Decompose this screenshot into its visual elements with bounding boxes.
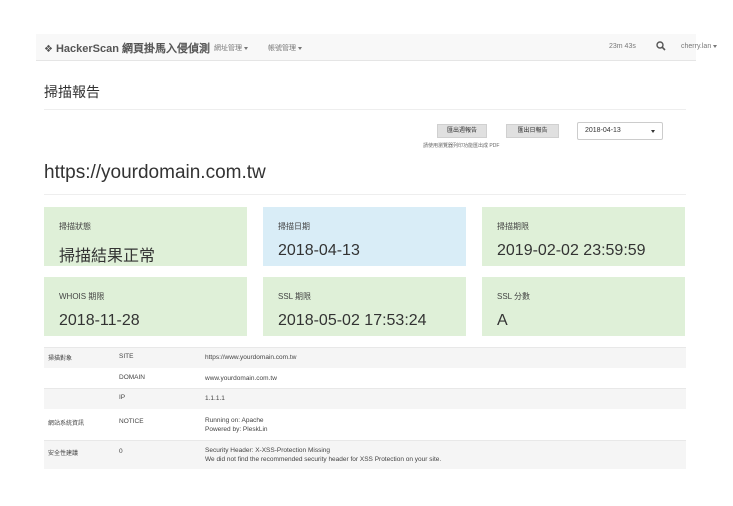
row-value: 1.1.1.1 [205,395,225,402]
table-row: DOMAIN www.yourdomain.com.tw [44,369,686,388]
user-name: cherry.lan [681,43,712,50]
export-note: 請使用瀏覽器列印功能匯出成 PDF [423,143,500,149]
search-icon[interactable] [655,40,667,52]
report-date-value: 2018-04-13 [585,127,621,134]
card-value: 掃描結果正常 [59,248,156,265]
row-key: IP [119,394,126,401]
menu-url-management-label: 網址管理 [214,45,242,52]
card-label: SSL 期限 [278,292,312,301]
row-key: DOMAIN [119,374,145,381]
divider [44,194,686,195]
card-value: 2019-02-02 23:59:59 [497,242,646,259]
row-key: NOTICE [119,418,144,425]
row-value: www.yourdomain.com.tw [205,375,277,382]
card-scan-expiry: 掃描期限 2019-02-02 23:59:59 [482,207,685,266]
caret-down-icon [244,46,248,50]
report-date-select[interactable]: 2018-04-13 [577,122,663,140]
table-row: IP 1.1.1.1 [44,389,686,409]
row-value-line: Powered by: PleskLin [205,426,268,433]
row-category: 掃描對象 [48,356,73,362]
menu-url-management[interactable]: 網址管理 [214,43,248,53]
row-category: 網站系統資訊 [48,421,85,427]
card-label: 掃描日期 [278,222,310,231]
card-label: 掃描期限 [497,222,529,231]
menu-account-management-label: 帳號管理 [268,45,296,52]
row-key: SITE [119,353,134,360]
table-row: 掃描對象 SITE https://www.yourdomain.com.tw [44,348,686,368]
table-row: 安全性建議 0 Security Header: X-XSS-Protectio… [44,441,686,469]
caret-down-icon [713,44,718,48]
card-label: SSL 分數 [497,292,531,301]
card-scan-date: 掃描日期 2018-04-13 [263,207,466,266]
row-value-line: We did not find the recommended security… [205,456,442,463]
row-value: https://www.yourdomain.com.tw [205,354,297,361]
divider [44,109,686,110]
brand-label: HackerScan 網頁掛馬入侵偵測 [55,43,211,55]
user-menu[interactable]: cherry.lan [681,43,718,50]
card-ssl-score: SSL 分數 A [482,277,685,336]
card-whois-expiry: WHOIS 期限 2018-11-28 [44,277,247,336]
home-icon: ❖ [44,44,53,55]
card-value: 2018-05-02 17:53:24 [278,312,427,329]
card-value: 2018-04-13 [278,242,360,259]
row-category: 安全性建議 [48,451,79,457]
scanned-domain: https://yourdomain.com.tw [44,162,266,183]
row-value-line: Security Header: X-XSS-Protection Missin… [205,447,330,454]
card-value: 2018-11-28 [59,312,140,329]
page-title: 掃描報告 [44,84,100,100]
card-scan-status: 掃描狀態 掃描結果正常 [44,207,247,266]
caret-down-icon [298,46,302,50]
caret-down-icon [651,130,655,133]
menu-account-management[interactable]: 帳號管理 [268,43,302,53]
export-weekly-report-button[interactable]: 匯出週報告 [437,124,487,138]
export-daily-report-button[interactable]: 匯出日報告 [506,124,559,138]
row-value-line: Running on: Apache [205,417,264,424]
session-timer: 23m 43s [609,43,636,50]
card-label: WHOIS 期限 [59,292,105,301]
navbar: ❖ HackerScan 網頁掛馬入侵偵測 網址管理 帳號管理 23m 43s c… [36,34,718,61]
card-label: 掃描狀態 [59,222,91,231]
brand-link[interactable]: ❖ HackerScan 網頁掛馬入侵偵測 [44,40,210,56]
card-ssl-expiry: SSL 期限 2018-05-02 17:53:24 [263,277,466,336]
table-row: 網站系統資訊 NOTICE Running on: Apache Powered… [44,410,686,440]
card-value: A [497,312,508,329]
row-key: 0 [119,448,123,455]
